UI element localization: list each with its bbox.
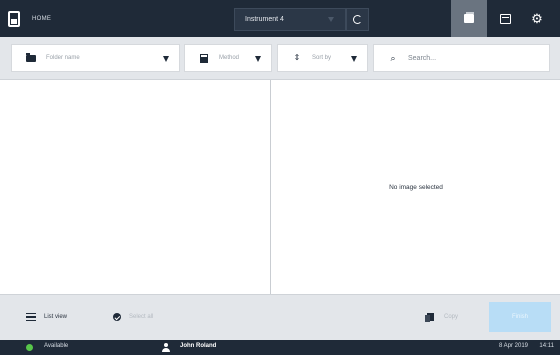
select-all-button[interactable]: Select all [113, 311, 153, 323]
folder-icon-wrap [26, 52, 36, 63]
home-button[interactable]: HOME [8, 7, 51, 31]
list-view-label: List view [44, 314, 68, 320]
finish-button[interactable]: Finish [489, 302, 551, 332]
status-bar: Available John Roland 8 Apr 2019 14:11 [0, 340, 560, 355]
cards-view-button[interactable] [451, 0, 487, 37]
status-date: 8 Apr 2019 [498, 343, 528, 349]
search-placeholder: Search... [408, 54, 437, 62]
refresh-icon [353, 15, 362, 24]
user-name[interactable]: John Roland [180, 343, 216, 349]
refresh-button[interactable] [346, 8, 369, 31]
search-input[interactable]: ⌕ Search... [373, 44, 550, 72]
user-icon [162, 343, 170, 352]
copy-button[interactable]: Copy [425, 311, 459, 323]
image-preview-pane: No image selected [272, 80, 560, 294]
empty-preview-message: No image selected [389, 183, 443, 191]
instrument-select[interactable]: Instrument 4 [234, 8, 346, 31]
method-icon-wrap [199, 53, 209, 63]
panel-icon [499, 13, 511, 24]
method-icon [200, 53, 208, 63]
cards-icon [464, 12, 474, 23]
chevron-down-icon [351, 56, 357, 62]
sort-icon-wrap: ⇕ [292, 54, 302, 63]
method-select[interactable]: Method [184, 44, 272, 72]
sort-select[interactable]: ⇕ Sort by [277, 44, 368, 72]
folder-placeholder: Folder name [46, 55, 80, 61]
top-bar: HOME Instrument 4 ⚙ [0, 0, 560, 37]
finish-label: Finish [511, 314, 528, 320]
instrument-label: Instrument 4 [245, 16, 284, 23]
bottom-toolbar: List view Select all Copy Finish [0, 294, 560, 340]
folder-select[interactable]: Folder name [11, 44, 180, 72]
panel-view-button[interactable] [487, 0, 523, 37]
list-icon [26, 312, 36, 322]
image-list-pane[interactable] [0, 80, 271, 294]
chevron-down-icon [255, 56, 261, 62]
filter-bar: Folder name Method ⇕ Sort by ⌕ Search... [0, 37, 560, 80]
chevron-down-icon [328, 17, 334, 22]
chevron-down-icon [163, 56, 169, 62]
status-text: Available [44, 343, 69, 349]
home-icon [8, 11, 20, 27]
check-circle-icon [113, 313, 121, 321]
copy-label: Copy [444, 314, 459, 320]
list-view-button[interactable]: List view [26, 311, 67, 323]
copy-icon [425, 313, 434, 322]
gear-icon: ⚙ [531, 11, 543, 26]
settings-button[interactable]: ⚙ [519, 0, 555, 37]
sort-icon: ⇕ [293, 53, 301, 62]
search-icon-wrap: ⌕ [388, 52, 398, 63]
folder-icon [26, 52, 36, 62]
search-icon: ⌕ [390, 52, 396, 63]
content-area: No image selected [0, 80, 560, 294]
sort-placeholder: Sort by [312, 55, 332, 61]
status-dot-icon [26, 344, 33, 351]
home-label: HOME [32, 16, 52, 22]
status-time: 14:11 [539, 343, 554, 349]
method-placeholder: Method [219, 55, 240, 61]
select-all-label: Select all [129, 314, 154, 320]
